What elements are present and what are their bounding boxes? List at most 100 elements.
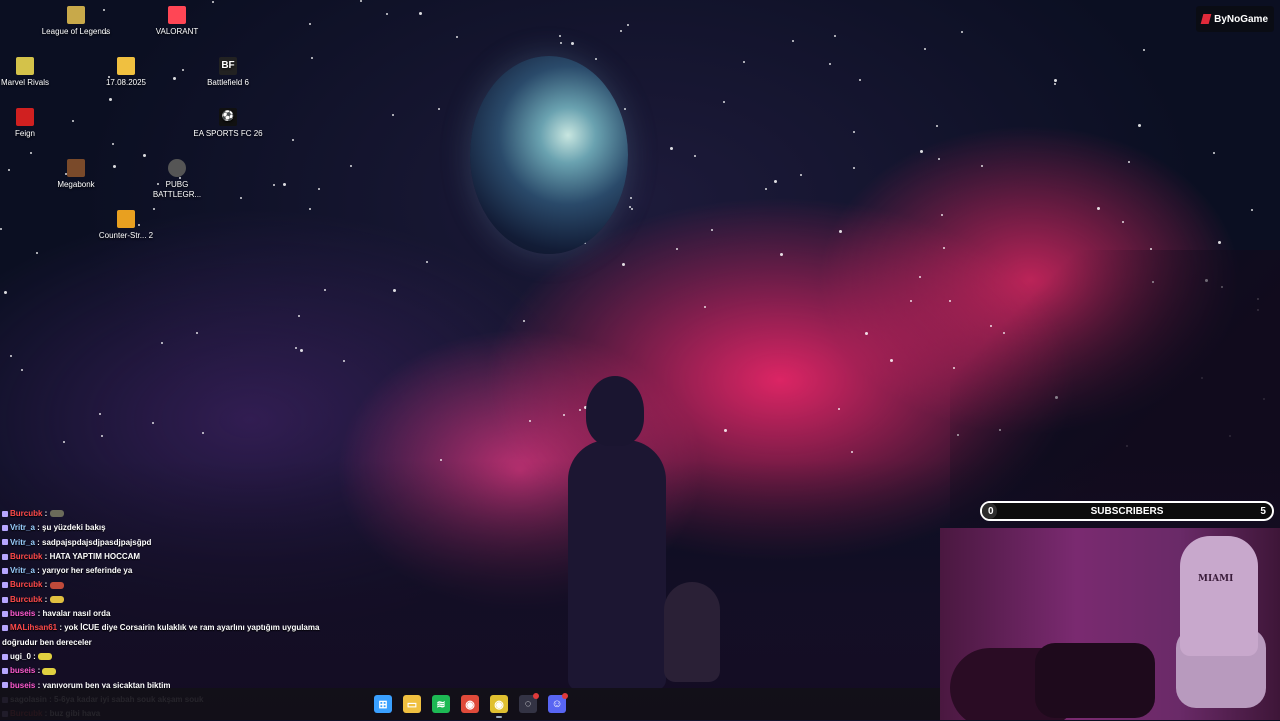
chat-username[interactable]: MALihsan61 <box>10 623 57 632</box>
desktop-icon-feign[interactable]: Feign <box>0 108 61 139</box>
chat-username[interactable]: Vritr_a <box>10 538 35 547</box>
star <box>393 289 396 292</box>
star <box>386 13 388 15</box>
chat-separator: : <box>34 537 43 547</box>
star <box>834 35 836 37</box>
discord-icon[interactable]: ☺ <box>548 693 568 713</box>
star <box>853 167 855 169</box>
marvel-rivals-icon <box>16 57 34 75</box>
chat-separator: : <box>35 666 43 676</box>
chat-username[interactable]: ugi_0 <box>10 652 31 661</box>
star <box>109 98 112 101</box>
star <box>182 69 184 71</box>
star <box>212 1 214 3</box>
chat-username[interactable]: Burcubk <box>10 509 42 518</box>
star <box>670 147 673 150</box>
desktop-icon-marvel-rivals[interactable]: Marvel Rivals <box>0 57 61 88</box>
star <box>4 291 7 294</box>
star <box>324 289 326 291</box>
chat-separator: : <box>34 566 43 576</box>
pubg-icon <box>168 159 186 177</box>
star <box>595 58 597 60</box>
taskbar: ⊞ ▭ ≋ ◉ ◉ ◌ ☺ <box>0 688 940 720</box>
obs-icon[interactable]: ◌ <box>519 693 539 713</box>
star <box>724 429 727 432</box>
chat-badge-icon <box>2 525 8 532</box>
chat-text: şu yüzdeki bakış <box>42 523 106 533</box>
chat-message: Burcubk : HATA YAPTIM HOCCAM <box>2 550 332 564</box>
star <box>350 165 352 167</box>
star <box>1054 79 1057 82</box>
star <box>559 35 561 37</box>
chat-username[interactable]: buseis <box>10 666 35 675</box>
star <box>624 108 626 110</box>
star <box>101 435 103 437</box>
windows-start-icon[interactable]: ⊞ <box>374 695 392 713</box>
desktop-icon-label: EA SPORTS FC 26 <box>193 129 263 138</box>
chrome-active-icon[interactable]: ◉ <box>490 695 508 718</box>
star <box>563 414 565 416</box>
chat-username[interactable]: Vritr_a <box>10 523 35 532</box>
desktop-icon-folder[interactable]: 17.08.2025 <box>90 57 162 88</box>
chat-username[interactable]: Burcubk <box>10 580 42 589</box>
desktop-icon-label: Counter-Str... 2 <box>98 231 154 240</box>
star <box>800 174 802 176</box>
star <box>343 360 345 362</box>
desktop-icon-league-of-legends[interactable]: League of Legends <box>40 6 112 37</box>
feign-icon <box>16 108 34 126</box>
star <box>295 347 297 349</box>
desktop-icon-ea-sports-fc[interactable]: ⚽ EA SPORTS FC 26 <box>192 108 264 139</box>
chat-message: buseis : havalar nasıl orda <box>2 607 332 621</box>
star <box>113 165 116 168</box>
desktop-icon-valorant[interactable]: VALORANT <box>141 6 213 37</box>
star <box>30 152 32 154</box>
chat-badge-icon <box>2 596 8 603</box>
desktop-icon-pubg[interactable]: PUBG BATTLEGR... <box>141 159 213 200</box>
chat-message: Burcubk : <box>2 593 332 607</box>
chat-username[interactable]: Burcubk <box>10 595 42 604</box>
star <box>523 320 525 322</box>
star <box>240 197 242 199</box>
chat-username[interactable]: Vritr_a <box>10 566 35 575</box>
chat-separator: : <box>42 551 50 561</box>
star <box>311 57 313 59</box>
file-explorer-icon[interactable]: ▭ <box>403 695 421 713</box>
star <box>0 228 2 230</box>
folder-icon <box>117 57 135 75</box>
star <box>839 230 842 233</box>
star <box>765 188 767 190</box>
star <box>938 158 940 160</box>
desktop-icon-battlefield[interactable]: BF Battlefield 6 <box>192 57 264 88</box>
notification-badge <box>533 693 539 699</box>
chat-badge-icon <box>2 539 8 546</box>
chat-message: Burcubk : <box>2 578 332 592</box>
chrome-icon[interactable]: ◉ <box>461 695 479 713</box>
chat-text: havalar nasıl orda <box>42 609 111 619</box>
star <box>36 252 38 254</box>
star <box>360 0 362 2</box>
league-of-legends-icon <box>67 6 85 24</box>
star <box>161 342 163 344</box>
chat-separator: : <box>42 509 50 518</box>
desktop-icon-megabonk[interactable]: Megabonk <box>40 159 112 190</box>
star <box>426 261 428 263</box>
star <box>851 451 853 453</box>
star <box>924 48 926 50</box>
chat-username[interactable]: Burcubk <box>10 552 42 561</box>
chat-username[interactable]: buseis <box>10 609 35 618</box>
dog-silhouette <box>664 582 720 682</box>
desktop-icon-counter-strike[interactable]: Counter-Str... 2 <box>90 210 162 241</box>
star <box>829 63 831 65</box>
spotify-icon[interactable]: ≋ <box>432 695 450 713</box>
chat-message: ugi_0 : <box>2 650 332 664</box>
star <box>743 61 745 63</box>
desktop-icon-label: Megabonk <box>57 180 95 189</box>
child-silhouette <box>568 440 666 690</box>
desktop-icon-label: VALORANT <box>155 27 199 36</box>
star <box>21 369 23 371</box>
star <box>630 197 632 199</box>
chat-text: sadpajspdajsdjpasdjpajsğpd <box>42 537 152 547</box>
valorant-icon <box>168 6 186 24</box>
chat-badge-icon <box>2 653 8 660</box>
notification-badge <box>562 693 568 699</box>
